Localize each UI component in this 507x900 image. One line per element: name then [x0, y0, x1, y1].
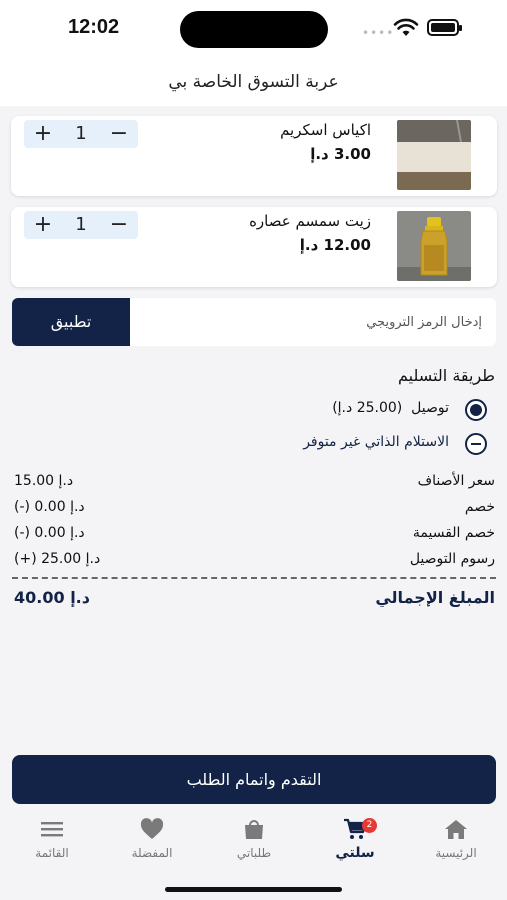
apply-promo-button[interactable]: تطبيق	[12, 298, 130, 346]
total-row: المبلغ الإجمالي 40.00 د.إ	[14, 588, 495, 612]
cart-item: اكياس اسكريم 3.00 د.إ + 1 −	[11, 116, 497, 196]
summary-label: رسوم التوصيل	[409, 551, 495, 567]
promo-code-input[interactable]	[130, 298, 496, 346]
quantity-value: 1	[75, 123, 87, 144]
wifi-icon	[393, 18, 419, 36]
dynamic-island	[180, 11, 328, 48]
quantity-stepper: + 1 −	[24, 211, 138, 239]
tab-label: المفضلة	[131, 846, 173, 860]
radio-disabled-icon	[465, 433, 487, 455]
tab-home[interactable]: الرئيسية	[411, 818, 501, 868]
delivery-option-pickup: الاستلام الذاتي غير متوفر	[237, 431, 487, 455]
summary-label: خصم	[464, 499, 495, 515]
summary-row: رسوم التوصيل (+) 25.00 د.إ	[14, 551, 495, 575]
radio-selected-icon[interactable]	[465, 399, 487, 421]
cart-item: زيت سمسم عصاره 12.00 د.إ + 1 −	[11, 207, 497, 287]
home-indicator[interactable]	[165, 887, 342, 892]
product-price: 12.00 د.إ	[299, 236, 371, 254]
summary-value: (-) 0.00 د.إ	[14, 499, 85, 515]
product-name[interactable]: اكياس اسكريم	[280, 121, 371, 139]
summary-divider	[12, 577, 496, 579]
total-value: 40.00 د.إ	[14, 588, 90, 607]
status-bar: 12:02 ••••	[0, 0, 507, 58]
increase-quantity-button[interactable]: +	[28, 120, 58, 148]
summary-row: خصم (-) 0.00 د.إ	[14, 499, 495, 523]
heart-icon	[140, 818, 164, 839]
total-label: المبلغ الإجمالي	[375, 588, 495, 607]
product-name[interactable]: زيت سمسم عصاره	[249, 212, 371, 230]
tab-label: سلتي	[335, 845, 375, 861]
tab-orders[interactable]: طلباتي	[209, 818, 299, 868]
tab-favorites[interactable]: المفضلة	[107, 818, 197, 868]
menu-icon	[41, 822, 63, 837]
cellular-signal-icon: ••••	[362, 26, 395, 40]
delivery-option-label: توصيل (25.00 د.إ)	[332, 400, 449, 416]
status-time: 12:02	[68, 16, 120, 38]
checkout-button[interactable]: التقدم واتمام الطلب	[12, 755, 496, 804]
shopping-bag-icon	[245, 820, 263, 839]
summary-value: 15.00 د.إ	[14, 473, 74, 489]
product-image[interactable]	[397, 120, 471, 190]
summary-value: (-) 0.00 د.إ	[14, 525, 85, 541]
summary-value: (+) 25.00 د.إ	[14, 551, 101, 567]
summary-label: سعر الأصناف	[417, 473, 495, 489]
delivery-fee-text: (25.00 د.إ)	[332, 400, 403, 416]
delivery-method-title: طريقة التسليم	[398, 366, 495, 385]
tab-menu[interactable]: القائمة	[7, 818, 97, 868]
promo-code-box: تطبيق	[12, 298, 496, 346]
summary-row: سعر الأصناف 15.00 د.إ	[14, 473, 495, 497]
page-header: عربة التسوق الخاصة بي	[0, 58, 507, 106]
product-image[interactable]	[397, 211, 471, 281]
tab-cart[interactable]: 2 سلتي	[310, 818, 400, 868]
quantity-stepper: + 1 −	[24, 120, 138, 148]
quantity-value: 1	[75, 214, 87, 235]
battery-icon	[427, 19, 462, 36]
tab-label: القائمة	[35, 846, 69, 860]
product-price: 3.00 د.إ	[310, 145, 371, 163]
delivery-option-label: الاستلام الذاتي غير متوفر	[303, 434, 449, 450]
page-title: عربة التسوق الخاصة بي	[168, 72, 339, 92]
home-icon	[445, 820, 467, 839]
tab-label: الرئيسية	[435, 846, 477, 860]
summary-row: خصم القسيمة (-) 0.00 د.إ	[14, 525, 495, 549]
increase-quantity-button[interactable]: +	[28, 211, 58, 239]
decrease-quantity-button[interactable]: −	[104, 120, 134, 148]
summary-label: خصم القسيمة	[412, 525, 495, 541]
tab-label: طلباتي	[236, 846, 272, 860]
delivery-option-shipping[interactable]: توصيل (25.00 د.إ)	[247, 397, 487, 421]
cart-count-badge: 2	[362, 818, 377, 833]
decrease-quantity-button[interactable]: −	[104, 211, 134, 239]
